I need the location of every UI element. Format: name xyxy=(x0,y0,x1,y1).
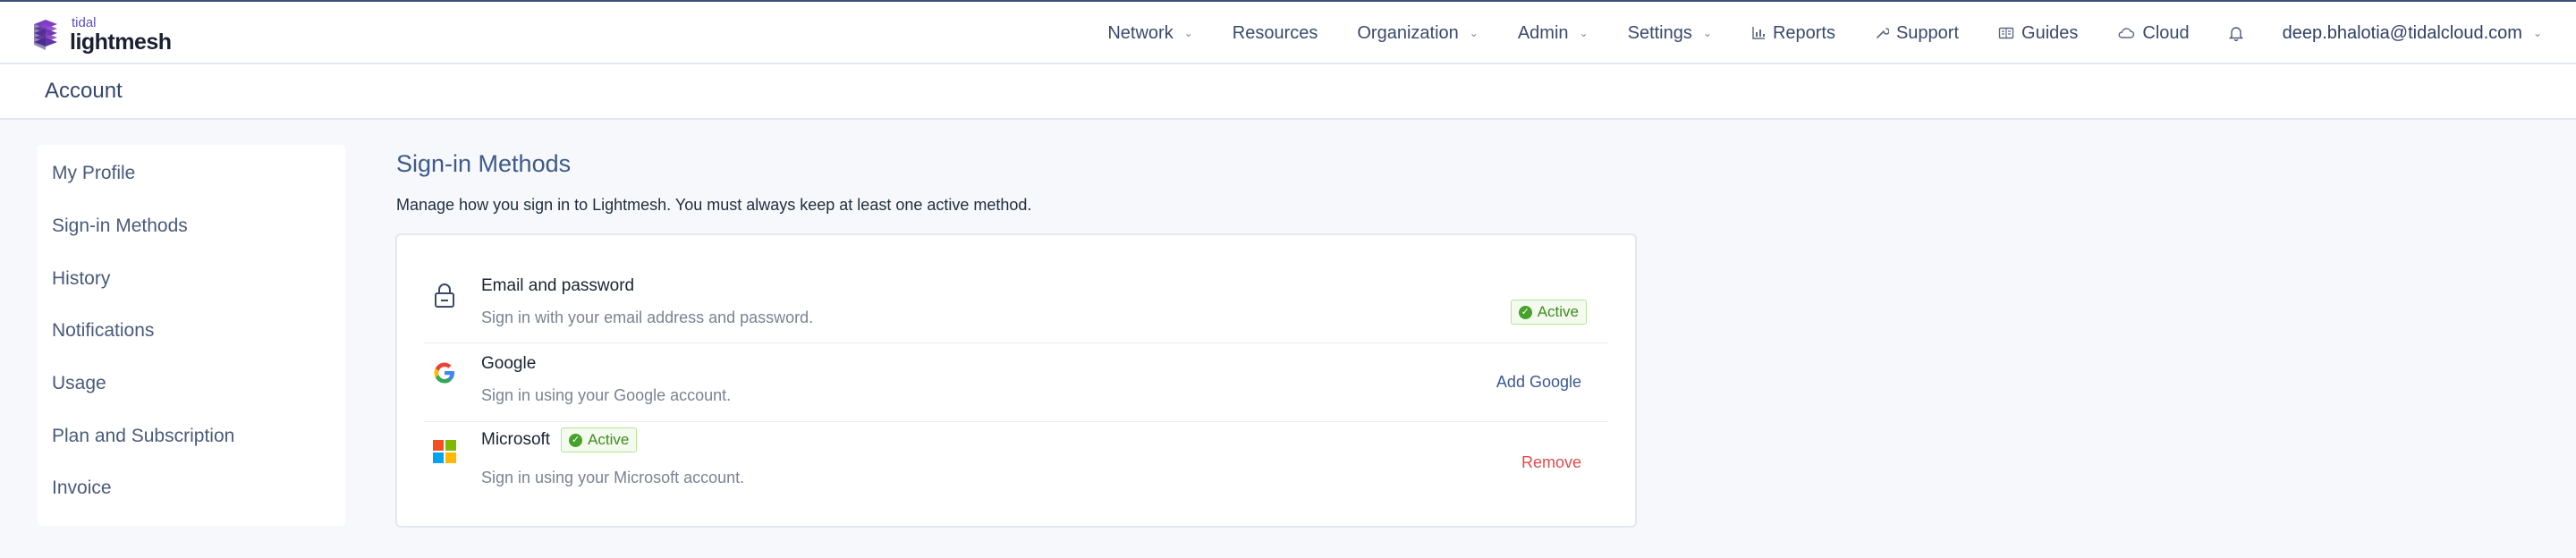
page-title: Account xyxy=(45,79,123,103)
remove-microsoft-button[interactable]: Remove xyxy=(1521,453,1581,472)
method-description-microsoft: Sign in using your Microsoft account. xyxy=(481,469,745,486)
method-row-email: Email and password Sign in with your ema… xyxy=(397,253,1635,332)
account-sidebar: My Profile Sign-in Methods History Notif… xyxy=(38,145,345,526)
nav-network[interactable]: Network ⌄ xyxy=(1107,23,1192,44)
top-navbar: tidal lightmesh Network ⌄ Resources Orga… xyxy=(0,2,2576,64)
nav-resources[interactable]: Resources xyxy=(1233,23,1318,44)
section-description: Manage how you sign in to Lightmesh. You… xyxy=(396,196,1032,214)
logo-text: tidal lightmesh xyxy=(70,16,172,54)
page-header: Account xyxy=(0,64,2576,120)
nav-settings[interactable]: Settings ⌄ xyxy=(1628,23,1712,44)
method-name-email: Email and password xyxy=(481,276,635,295)
main-nav: Network ⌄ Resources Organization ⌄ Admin… xyxy=(1068,2,2542,64)
logo-big-text: lightmesh xyxy=(70,30,172,55)
nav-cloud-label: Cloud xyxy=(2142,22,2190,43)
sign-in-methods-card: Email and password Sign in with your ema… xyxy=(395,233,1637,528)
bar-chart-icon xyxy=(1752,27,1765,39)
method-name: Microsoft ✓ Active xyxy=(481,427,638,452)
status-badge: ✓ Active xyxy=(1510,300,1587,325)
chevron-down-icon: ⌄ xyxy=(1469,27,1479,39)
cloud-icon xyxy=(2118,28,2135,38)
method-name-microsoft: Microsoft xyxy=(481,430,551,449)
nav-support-label: Support xyxy=(1895,22,1960,43)
status-badge: ✓ Active xyxy=(561,427,638,452)
nav-settings-label: Settings xyxy=(1627,22,1692,43)
check-circle-icon: ✓ xyxy=(1518,305,1532,319)
check-circle-icon: ✓ xyxy=(569,433,583,447)
user-email: deep.bhalotia@tidalcloud.com xyxy=(2282,22,2522,43)
sidebar-item-plan-and-subscription[interactable]: Plan and Subscription xyxy=(52,426,234,447)
sidebar-item-notifications[interactable]: Notifications xyxy=(52,320,154,342)
sidebar-item-history[interactable]: History xyxy=(52,268,110,290)
sidebar-item-sign-in-methods[interactable]: Sign-in Methods xyxy=(52,216,188,237)
notifications-button[interactable] xyxy=(2228,25,2243,41)
method-name: Email and password xyxy=(481,276,634,296)
section-title: Sign-in Methods xyxy=(396,150,572,177)
nav-guides[interactable]: Guides xyxy=(1998,23,2078,44)
chevron-down-icon: ⌄ xyxy=(2532,27,2542,39)
method-description-google: Sign in using your Google account. xyxy=(481,386,732,404)
method-name-google: Google xyxy=(481,354,537,373)
nav-cloud[interactable]: Cloud xyxy=(2117,22,2190,44)
nav-reports[interactable]: Reports xyxy=(1751,23,1835,44)
logo-small-text: tidal xyxy=(72,15,97,30)
sidebar-item-invoice[interactable]: Invoice xyxy=(52,478,112,499)
lightmesh-logo-icon xyxy=(34,20,57,50)
book-icon xyxy=(1998,27,2014,39)
nav-support[interactable]: Support xyxy=(1875,23,1959,44)
add-google-button[interactable]: Add Google xyxy=(1496,373,1581,392)
google-logo-icon xyxy=(434,362,454,384)
status-badge-label: Active xyxy=(1537,303,1579,320)
nav-admin[interactable]: Admin ⌄ xyxy=(1518,23,1589,44)
nav-network-label: Network xyxy=(1107,22,1174,43)
chevron-down-icon: ⌄ xyxy=(1579,27,1589,39)
status-badge-label: Active xyxy=(588,431,630,448)
nav-organization[interactable]: Organization ⌄ xyxy=(1357,23,1478,44)
method-description-email: Sign in with your email address and pass… xyxy=(481,309,814,326)
nav-resources-label: Resources xyxy=(1232,22,1318,43)
wrench-icon xyxy=(1877,28,1889,38)
nav-organization-label: Organization xyxy=(1357,22,1459,43)
user-menu[interactable]: deep.bhalotia@tidalcloud.com ⌄ xyxy=(2283,23,2542,44)
microsoft-logo-icon xyxy=(433,440,456,463)
sidebar-item-my-profile[interactable]: My Profile xyxy=(52,163,135,184)
method-row-google: Google Sign in using your Google account… xyxy=(397,331,1635,410)
sidebar-item-usage[interactable]: Usage xyxy=(52,373,106,394)
method-row-microsoft: Microsoft ✓ Active Sign in using your Mi… xyxy=(397,410,1635,488)
chevron-down-icon: ⌄ xyxy=(1183,27,1193,39)
bell-icon xyxy=(2228,27,2243,41)
chevron-down-icon: ⌄ xyxy=(1702,27,1712,39)
app-logo[interactable]: tidal lightmesh xyxy=(30,16,172,54)
nav-reports-label: Reports xyxy=(1772,22,1835,43)
method-name: Google xyxy=(481,354,536,374)
lock-icon xyxy=(435,283,454,308)
nav-guides-label: Guides xyxy=(2021,22,2079,43)
nav-admin-label: Admin xyxy=(1517,22,1569,43)
